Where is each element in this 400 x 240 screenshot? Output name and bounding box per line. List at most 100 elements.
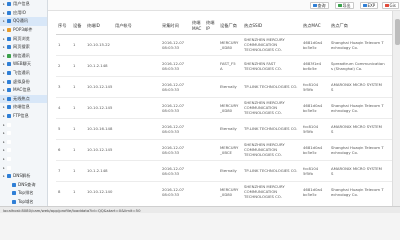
column-header[interactable]: 终端IP — [204, 18, 218, 35]
tree-caret-icon[interactable]: ▸ — [3, 131, 6, 135]
sidebar-item[interactable]: ▸ 无线热点 — [0, 94, 47, 104]
sidebar-item[interactable]: ▸ 网页浏览 — [0, 34, 47, 43]
sidebar-item[interactable]: ▸ 虚拟身份 — [0, 77, 47, 86]
folder-icon — [7, 165, 11, 170]
sidebar-tree[interactable]: ▸ 用户信息 ▸ 应用IO ▸ QQ通讯 ▸ POP3邮件 ▸ 网页浏览 ▸ 网页搜索 ▸ 微信通讯 ▸ WE… — [0, 0, 48, 206]
tree-caret-icon[interactable]: ▸ — [3, 19, 6, 23]
folder-icon — [7, 2, 11, 7]
table-cell: fcc8104 5f5fb — [301, 76, 329, 98]
exp-icon — [363, 3, 367, 8]
table-cell: Shanghai Huaqin Telecom T echnology Co. — [329, 34, 400, 56]
table-cell: FAST_F5 A — [218, 55, 242, 77]
sidebar-item[interactable]: ▸ 终端信息 — [0, 103, 47, 112]
column-header[interactable]: 热点厂商 — [329, 18, 400, 35]
sidebar-item[interactable]: ▸ POP3邮件 — [0, 26, 47, 35]
table-row[interactable]: 7 1 10.1.2.148 2016-12-07 08:03:33 Eternally… — [56, 160, 400, 182]
table-cell — [190, 181, 204, 202]
column-header[interactable]: 终端ID — [85, 18, 113, 35]
tree-caret-icon[interactable]: ▸ — [3, 37, 6, 41]
sidebar-item[interactable]: ▸ WEB聊天 — [0, 60, 47, 69]
sidebar-item-label: DNS查询 — [18, 181, 36, 187]
sidebar-item[interactable]: ▸ 飞信通讯 — [0, 69, 47, 78]
table-cell: 10.10.12.145 — [85, 97, 113, 119]
table-cell: 2016-12-07 08:03:33 — [160, 160, 190, 182]
sidebar-item-label: 网页浏览 — [13, 35, 30, 41]
column-header[interactable]: 序号 — [56, 18, 71, 35]
tree-caret-icon[interactable]: ▸ — [3, 45, 6, 49]
table-cell — [204, 118, 218, 140]
sidebar-item[interactable]: ▸ MAC信息 — [0, 86, 47, 95]
sidebar-item[interactable]: Top排名 — [0, 189, 47, 198]
table-row[interactable]: 2 1 10.1.2.148 2016-12-07 08:03:33 FAST_F5 A… — [56, 55, 400, 77]
table-cell — [113, 76, 160, 98]
exp-button[interactable]: EXP — [360, 2, 379, 9]
table-cell — [190, 118, 204, 140]
tree-caret-icon[interactable]: ▸ — [3, 97, 6, 101]
tree-caret-icon[interactable]: ▸ — [3, 28, 6, 32]
table-cell: SHENZHEN MERCURY COMMUNICATION TECHNOLOG… — [242, 97, 301, 119]
table-cell — [190, 139, 204, 161]
gis-button[interactable]: Gis — [382, 2, 399, 9]
scrollbar-thumb[interactable] — [394, 19, 400, 45]
table-row[interactable]: 8 1 10.10.12.140 2016-12-07 08:03:33 MERCURY… — [56, 181, 400, 202]
tree-caret-icon[interactable]: ▸ — [3, 157, 6, 161]
tree-caret-icon[interactable]: ▸ — [3, 88, 6, 92]
table-cell: 4683f1e4 bc6c5e — [301, 55, 329, 77]
table-row[interactable]: 4 1 10.10.12.145 2016-12-07 08:03:33 MERCURY… — [56, 97, 400, 119]
sidebar-item[interactable]: ▸ — [0, 138, 47, 147]
tree-caret-icon[interactable]: ▸ — [3, 114, 6, 118]
tree-caret-icon[interactable]: ▸ — [3, 174, 6, 178]
sidebar-item[interactable]: ▸ 应用IO — [0, 9, 47, 18]
tree-caret-icon[interactable]: ▸ — [3, 2, 6, 6]
sidebar-item[interactable]: ▸ 用户信息 — [0, 0, 47, 9]
table-row[interactable]: 3 1 10.10.12.145 2016-12-07 08:03:33 Eternal… — [56, 76, 400, 98]
tree-caret-icon[interactable]: ▸ — [3, 148, 6, 152]
tree-caret-icon[interactable]: ▸ — [3, 71, 6, 75]
sidebar-item[interactable]: Top域名 — [0, 198, 47, 206]
table-cell: TP-LINK TECHNOLOGIES CO. — [242, 118, 301, 140]
column-header[interactable]: 采集时间 — [160, 18, 190, 35]
column-header[interactable]: 用户帐号 — [113, 18, 160, 35]
sidebar-item[interactable]: ▸ — [0, 163, 47, 172]
sidebar-item[interactable]: ▸ — [0, 146, 47, 155]
query-button[interactable]: 查询 — [310, 2, 329, 9]
column-header[interactable]: 设备厂商 — [218, 18, 242, 35]
table-cell: 10.10.12.145 — [85, 76, 113, 98]
tree-caret-icon[interactable]: ▸ — [3, 54, 6, 58]
sidebar-item[interactable]: ▸ QQ通讯 — [0, 17, 47, 26]
table-cell — [204, 97, 218, 119]
table-cell — [113, 97, 160, 119]
table-cell: MERCURY _0BCE — [218, 139, 242, 161]
tree-caret-icon[interactable]: ▸ — [3, 11, 6, 15]
tree-caret-icon[interactable]: ▸ — [3, 105, 6, 109]
table-cell: MERCURY _0D80 — [218, 34, 242, 56]
folder-icon — [7, 62, 11, 67]
sidebar-item[interactable]: ▸ — [0, 155, 47, 164]
sidebar-item[interactable]: ▸ 微信通讯 — [0, 52, 47, 61]
sidebar-item[interactable]: ▸ — [0, 120, 47, 129]
tree-caret-icon[interactable]: ▸ — [3, 80, 6, 84]
export-button-label: 导出 — [342, 2, 351, 8]
sidebar-item[interactable]: ▸ 网页搜索 — [0, 43, 47, 52]
column-header[interactable]: 热点SSID — [242, 18, 301, 35]
sidebar-item[interactable]: ▸ FTP信息 — [0, 112, 47, 121]
export-button[interactable]: 导出 — [335, 2, 354, 9]
table-row[interactable]: 5 1 10.10.16.148 2016-12-07 08:03:33 Eternal… — [56, 118, 400, 140]
column-header[interactable]: 终端MAC — [190, 18, 204, 35]
sidebar-item[interactable]: ▸ DNS解析 — [0, 172, 47, 181]
table-row[interactable]: 6 1 10.10.12.145 2016-12-07 08:03:33 MERCURY… — [56, 139, 400, 161]
tree-caret-icon[interactable]: ▸ — [3, 140, 6, 144]
vertical-scrollbar[interactable] — [392, 11, 400, 206]
column-header[interactable]: 热点MAC — [301, 18, 329, 35]
table-cell: 2016-12-07 08:03:33 — [160, 118, 190, 140]
column-header[interactable]: 设备 — [71, 18, 85, 35]
sidebar-item[interactable]: ▸ — [0, 129, 47, 138]
table-cell: 1 — [71, 181, 85, 202]
sidebar-item[interactable]: DNS查询 — [0, 180, 47, 189]
tree-caret-icon[interactable]: ▸ — [3, 62, 6, 66]
table-row[interactable]: 1 1 10.10.15.22 2016-12-07 08:03:33 MERCURY … — [56, 34, 400, 56]
sidebar-item-label: QQ通讯 — [13, 18, 28, 24]
tree-caret-icon[interactable]: ▸ — [3, 123, 6, 127]
tree-caret-icon[interactable]: ▸ — [3, 166, 6, 170]
folder-icon — [7, 36, 11, 41]
